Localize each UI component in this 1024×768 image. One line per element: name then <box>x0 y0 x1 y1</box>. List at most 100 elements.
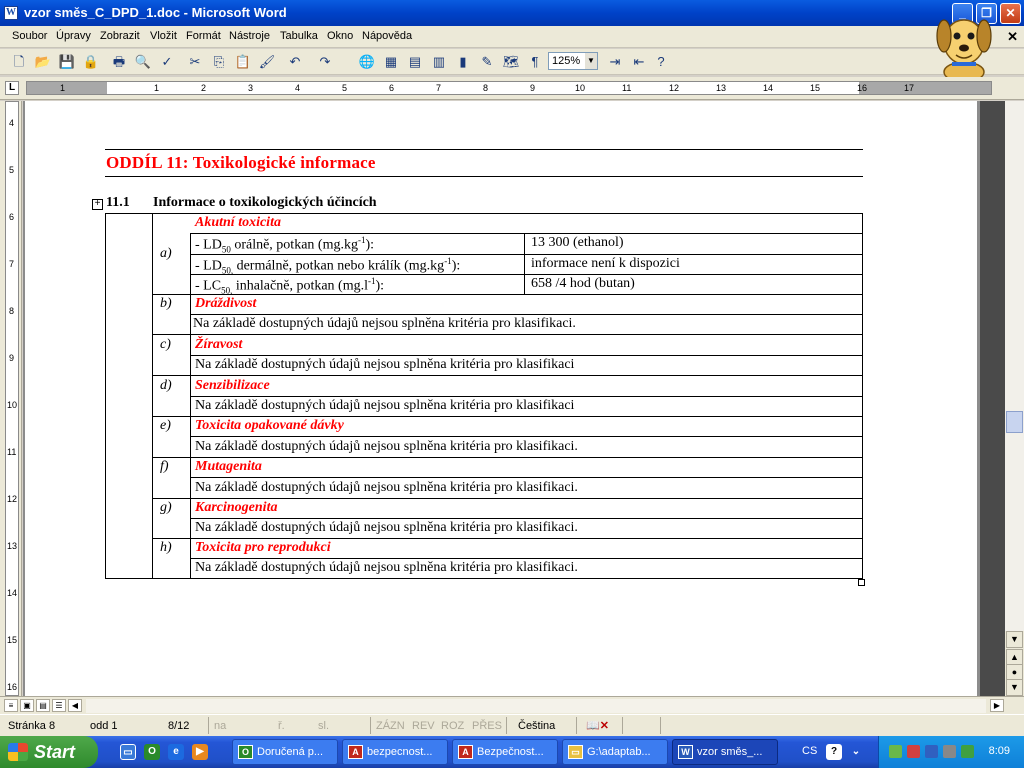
ie-quicklaunch-icon[interactable]: e <box>168 744 184 760</box>
menu-bar: Soubor Úpravy Zobrazit Vložit Formát Nás… <box>0 26 1024 48</box>
horizontal-scroll-track[interactable] <box>86 699 986 713</box>
new-document-icon[interactable]: 🗋 <box>10 53 28 71</box>
scroll-thumb[interactable] <box>1006 411 1023 433</box>
drawing-icon[interactable]: ✎ <box>478 53 496 71</box>
status-section: odd 1 <box>90 720 118 732</box>
tray-expand-icon[interactable]: ⌄ <box>848 744 864 760</box>
hyperlink-icon[interactable]: 🌐 <box>358 53 376 71</box>
horizontal-ruler[interactable]: L 1 1 2 3 4 5 6 7 8 9 10 11 12 13 14 15 … <box>0 77 1024 100</box>
status-bar: Stránka 8 odd 1 8/12 na ř. sl. ZÁZN REV … <box>0 714 1024 736</box>
scroll-track[interactable] <box>1005 101 1024 631</box>
status-rec[interactable]: ZÁZN <box>376 718 405 734</box>
cut-icon[interactable]: ✂ <box>186 53 204 71</box>
save-icon[interactable]: 💾 <box>58 53 76 71</box>
item-text: Na základě dostupných údajů nejsou splně… <box>195 357 575 372</box>
insert-excel-icon[interactable]: ▥ <box>430 53 448 71</box>
item-heading: Senzibilizace <box>195 378 270 393</box>
paste-icon[interactable]: 📋 <box>234 53 252 71</box>
vertical-scrollbar[interactable]: ▼ ▲ ● ▼ <box>1005 101 1024 696</box>
menu-vlozit[interactable]: Vložit <box>150 30 177 42</box>
status-ext[interactable]: ROZ <box>441 718 464 734</box>
menu-zobrazit[interactable]: Zobrazit <box>100 30 140 42</box>
ld50-dermal-label: - LD50, dermálně, potkan nebo králík (mg… <box>195 256 461 276</box>
task-word[interactable]: Wvzor směs_... <box>672 739 778 765</box>
language-indicator[interactable]: CS <box>802 745 817 757</box>
print-preview-icon[interactable]: 🔍 <box>134 53 152 71</box>
title-bar[interactable]: W vzor směs_C_DPD_1.doc - Microsoft Word… <box>0 0 1024 26</box>
menu-format[interactable]: Formát <box>186 30 221 42</box>
research-icon[interactable]: ⇤ <box>630 53 648 71</box>
menu-soubor[interactable]: Soubor <box>12 30 47 42</box>
spelling-icon[interactable]: ✓ <box>158 53 176 71</box>
show-formatting-icon[interactable]: ¶ <box>526 53 544 71</box>
ruler-strip[interactable]: 1 1 2 3 4 5 6 7 8 9 10 11 12 13 14 15 16… <box>26 81 992 95</box>
web-layout-icon[interactable]: ▣ <box>20 699 34 712</box>
document-page[interactable]: ODDÍL 11: Toxikologické informace + 11.1… <box>25 101 977 696</box>
document-close-icon[interactable]: ✕ <box>1007 29 1018 45</box>
scroll-down-icon[interactable]: ▼ <box>1006 631 1023 648</box>
table-resize-handle[interactable] <box>858 579 865 586</box>
scroll-right-icon[interactable]: ▶ <box>990 699 1004 712</box>
insert-table-icon[interactable]: ▤ <box>406 53 424 71</box>
network-icon[interactable] <box>889 745 902 758</box>
task-outlook[interactable]: O Doručená p... <box>232 739 338 765</box>
vertical-ruler-strip[interactable]: 4 5 6 7 8 9 10 11 12 13 14 15 16 <box>5 101 19 696</box>
spelling-status-icon[interactable]: 📖✕ <box>586 718 609 734</box>
office-assistant-dog-icon[interactable] <box>928 6 1000 84</box>
task-folder[interactable]: ▭ G:\adaptab... <box>562 739 668 765</box>
task-pdf-1[interactable]: Abezpecnost... <box>342 739 448 765</box>
chevron-down-icon[interactable]: ▼ <box>585 53 597 69</box>
document-area[interactable]: ODDÍL 11: Toxikologické informace + 11.1… <box>23 101 980 696</box>
scroll-left-icon[interactable]: ◀ <box>68 699 82 712</box>
outline-view-icon[interactable]: ☰ <box>52 699 66 712</box>
print-icon[interactable]: 🖶 <box>110 53 128 71</box>
status-pages: 8/12 <box>168 720 190 732</box>
media-player-icon[interactable]: ▶ <box>192 744 208 760</box>
item-letter: h) <box>160 540 172 555</box>
help-icon[interactable]: ? <box>652 53 670 71</box>
status-ovr[interactable]: PŘES <box>472 718 502 734</box>
start-button[interactable]: Start <box>0 736 98 768</box>
antivirus-icon[interactable] <box>907 745 920 758</box>
status-rev[interactable]: REV <box>412 718 435 734</box>
outlook-quicklaunch-icon[interactable]: O <box>144 744 160 760</box>
redo-icon[interactable]: ↷ <box>316 53 334 71</box>
menu-napoveda[interactable]: Nápověda <box>362 30 412 42</box>
word-doc-icon[interactable]: W <box>4 6 18 20</box>
menu-nastroje[interactable]: Nástroje <box>229 30 270 42</box>
horizontal-scrollbar[interactable]: ≡ ▣ ▤ ☰ ◀ ▶ <box>0 696 1024 714</box>
document-map-icon[interactable]: 🗺 <box>502 53 520 71</box>
zoom-select[interactable]: 125% ▼ <box>548 52 598 70</box>
update-icon[interactable] <box>961 745 974 758</box>
toxicology-table[interactable]: Akutní toxicita a) - LD50 orálně, potkan… <box>105 213 863 579</box>
task-pdf-2[interactable]: A Bezpečnost... <box>452 739 558 765</box>
print-layout-icon[interactable]: ▤ <box>36 699 50 712</box>
open-folder-icon[interactable]: 📂 <box>34 53 52 71</box>
permission-icon[interactable]: 🔒 <box>82 53 100 71</box>
close-button[interactable]: ✕ <box>1000 3 1021 24</box>
tables-borders-icon[interactable]: ▦ <box>382 53 400 71</box>
item-text: Na základě dostupných údajů nejsou splně… <box>195 439 578 454</box>
page-edge-shadow <box>980 101 1005 696</box>
copy-icon[interactable]: ⎘ <box>210 53 228 71</box>
volume-icon[interactable] <box>943 745 956 758</box>
vertical-ruler[interactable]: 4 5 6 7 8 9 10 11 12 13 14 15 16 <box>0 101 22 696</box>
reading-mode-icon[interactable]: ⇥ <box>606 53 624 71</box>
item-letter: f) <box>160 459 169 474</box>
help-tray-icon[interactable]: ? <box>826 744 842 760</box>
menu-tabulka[interactable]: Tabulka <box>280 30 318 42</box>
show-desktop-icon[interactable]: ▭ <box>120 744 136 760</box>
tray-app-icon[interactable] <box>925 745 938 758</box>
tab-selector-icon[interactable]: L <box>5 81 19 95</box>
normal-view-icon[interactable]: ≡ <box>4 699 18 712</box>
table-move-handle-icon[interactable]: + <box>92 199 103 210</box>
undo-icon[interactable]: ↶ <box>286 53 304 71</box>
menu-upravy[interactable]: Úpravy <box>56 30 91 42</box>
window-title: vzor směs_C_DPD_1.doc - Microsoft Word <box>24 5 287 20</box>
status-language[interactable]: Čeština <box>518 718 555 734</box>
columns-icon[interactable]: ▮ <box>454 53 472 71</box>
status-at: na <box>214 720 227 732</box>
format-painter-icon[interactable]: 🖌 <box>258 53 276 71</box>
next-page-icon[interactable]: ▼ <box>1006 679 1023 696</box>
menu-okno[interactable]: Okno <box>327 30 353 42</box>
